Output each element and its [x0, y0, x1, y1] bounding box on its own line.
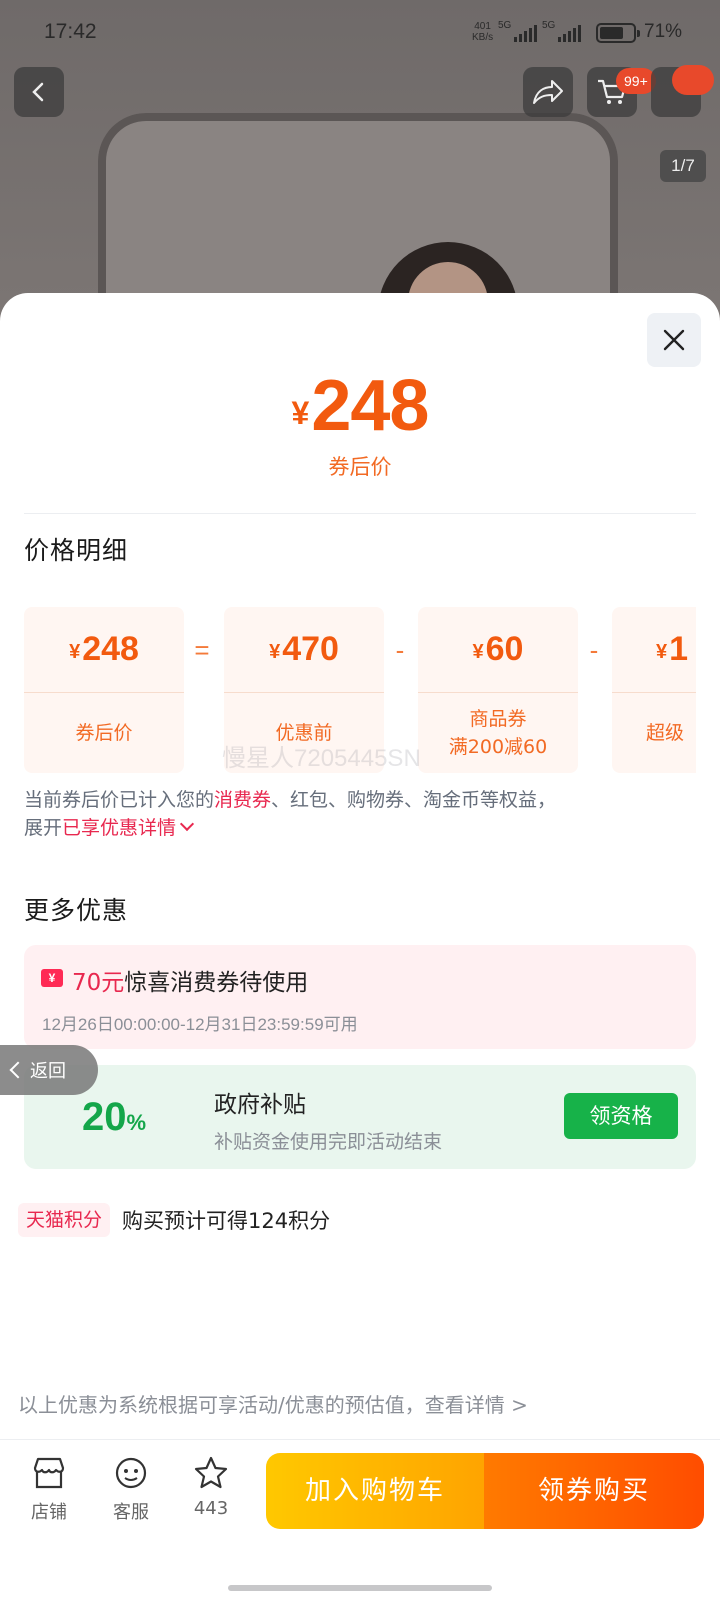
close-icon: [663, 329, 685, 351]
breakdown-value: 470: [282, 630, 339, 668]
breakdown-label: 券后价: [75, 722, 133, 744]
status-time: 17:42: [44, 20, 97, 43]
signal-label: 5G: [542, 20, 556, 31]
signal-label: 5G: [498, 20, 512, 31]
add-to-cart-button[interactable]: 加入购物车: [266, 1453, 484, 1529]
note-text: 当前券后价已计入您的: [24, 789, 215, 811]
coupon-desc: 惊喜消费券待使用: [124, 970, 309, 996]
breakdown-label: 商品券: [469, 708, 527, 730]
floating-back-label: 返回: [30, 1061, 66, 1082]
battery-percent: 71%: [644, 21, 683, 42]
signal-icon: 5G: [498, 20, 538, 42]
watermark: 慢星人7205445SN: [222, 745, 421, 772]
breakdown-label-detail: 满200减60: [448, 736, 548, 758]
message-notification-dot: [672, 65, 714, 95]
network-speed-unit: KB/s: [472, 32, 494, 43]
floating-back-button[interactable]: 返回: [0, 1045, 98, 1095]
subsidy-percent-value: 20: [82, 1095, 127, 1139]
final-price-label: 券后价: [328, 455, 392, 479]
store-button[interactable]: 店铺: [14, 1456, 84, 1524]
minus-operator: -: [589, 635, 599, 665]
network-speed-value: 401: [474, 21, 491, 32]
points-text: 购买预计可得124积分: [122, 1209, 331, 1233]
share-button[interactable]: [523, 67, 573, 117]
subsidy-subtitle: 补贴资金使用完即活动结束: [214, 1131, 443, 1153]
buy-with-coupon-button[interactable]: 领券购买: [484, 1453, 704, 1529]
bottom-action-bar: 店铺 客服 443 加入购物车 领券购买: [0, 1439, 720, 1600]
favorite-count: 443: [193, 1498, 229, 1519]
subsidy-percent: 20%: [82, 1095, 146, 1140]
chevron-left-icon: [32, 82, 44, 102]
currency-symbol: ¥: [269, 641, 281, 663]
final-price: ¥248: [0, 365, 720, 447]
discount-note: 当前券后价已计入您的消费券、红包、购物券、淘金币等权益， 展开已享优惠详情: [24, 786, 696, 842]
store-icon: [33, 1457, 65, 1489]
breakdown-card: ¥60 商品券 满200减60: [418, 607, 578, 773]
subsidy-card: 20% 政府补贴 补贴资金使用完即活动结束 领资格: [24, 1065, 696, 1169]
claim-eligibility-button[interactable]: 领资格: [564, 1093, 678, 1139]
status-bar: 17:42 401 KB/s 5G 5G 71%: [0, 0, 720, 62]
note-text: 展开: [24, 817, 63, 839]
currency-symbol: ¥: [69, 641, 81, 663]
star-icon: [194, 1456, 228, 1489]
currency-symbol: ¥: [656, 641, 668, 663]
customer-service-label: 客服: [113, 1502, 149, 1523]
coupon-period: 12月26日00:00:00-12月31日23:59:59可用: [42, 1015, 358, 1034]
share-icon: [533, 80, 563, 104]
note-highlight-coupon: 消费券: [214, 789, 272, 811]
battery-icon: [596, 23, 640, 43]
expand-link-label: 已享优惠详情: [62, 817, 177, 839]
breakdown-value: 248: [82, 630, 139, 668]
equals-operator: =: [194, 635, 210, 665]
image-pager: 1/7: [660, 150, 706, 182]
more-offers-title: 更多优惠: [24, 896, 129, 925]
currency-symbol: ¥: [291, 395, 310, 431]
breakdown-title: 价格明细: [24, 536, 129, 565]
product-image-frame: [98, 113, 618, 300]
subsidy-title: 政府补贴: [214, 1092, 306, 1118]
coupon-title: 70元惊喜消费券待使用: [72, 963, 308, 997]
divider: [24, 513, 696, 514]
breakdown-value: 60: [485, 630, 524, 668]
breakdown-card: ¥248 券后价: [24, 607, 184, 773]
back-button[interactable]: [14, 67, 64, 117]
customer-service-icon: [115, 1457, 147, 1489]
coupon-amount: 70元: [72, 970, 125, 996]
price-detail-sheet: ¥248 券后价 价格明细 ¥248 券后价 = ¥470 优惠前 - ¥60 …: [0, 293, 720, 1600]
chevron-down-icon: [179, 816, 195, 832]
network-speed: 401 KB/s: [472, 21, 493, 43]
disclaimer-link[interactable]: 以上优惠为系统根据可享活动/优惠的预估值，查看详情 >: [18, 1389, 528, 1418]
note-text: 、红包、购物券、淘金币等权益，: [271, 789, 557, 811]
favorite-button[interactable]: 443: [176, 1456, 246, 1519]
final-price-value: 248: [311, 366, 429, 446]
coupon-ticket-icon: ¥: [41, 969, 63, 987]
signal-icon: 5G: [542, 20, 582, 42]
store-label: 店铺: [31, 1502, 67, 1523]
breakdown-value: 1: [669, 630, 689, 668]
close-button[interactable]: [647, 313, 701, 367]
chevron-left-icon: [9, 1061, 27, 1079]
cart-count-badge: 99+: [616, 68, 656, 94]
minus-operator: -: [395, 635, 405, 665]
currency-symbol: ¥: [472, 641, 484, 663]
breakdown-label: 超级: [646, 722, 685, 744]
percent-sign: %: [126, 1110, 147, 1135]
coupon-card[interactable]: ¥ 70元惊喜消费券待使用 12月26日00:00:00-12月31日23:59…: [24, 945, 696, 1049]
points-row: 天猫积分 购买预计可得124积分: [18, 1203, 330, 1237]
breakdown-card: ¥1 超级: [612, 607, 696, 773]
customer-service-button[interactable]: 客服: [96, 1456, 166, 1524]
home-indicator[interactable]: [228, 1585, 492, 1591]
expand-discount-details-link[interactable]: 已享优惠详情: [62, 816, 195, 839]
battery-fill: [600, 27, 623, 39]
tmall-points-tag: 天猫积分: [18, 1203, 111, 1237]
